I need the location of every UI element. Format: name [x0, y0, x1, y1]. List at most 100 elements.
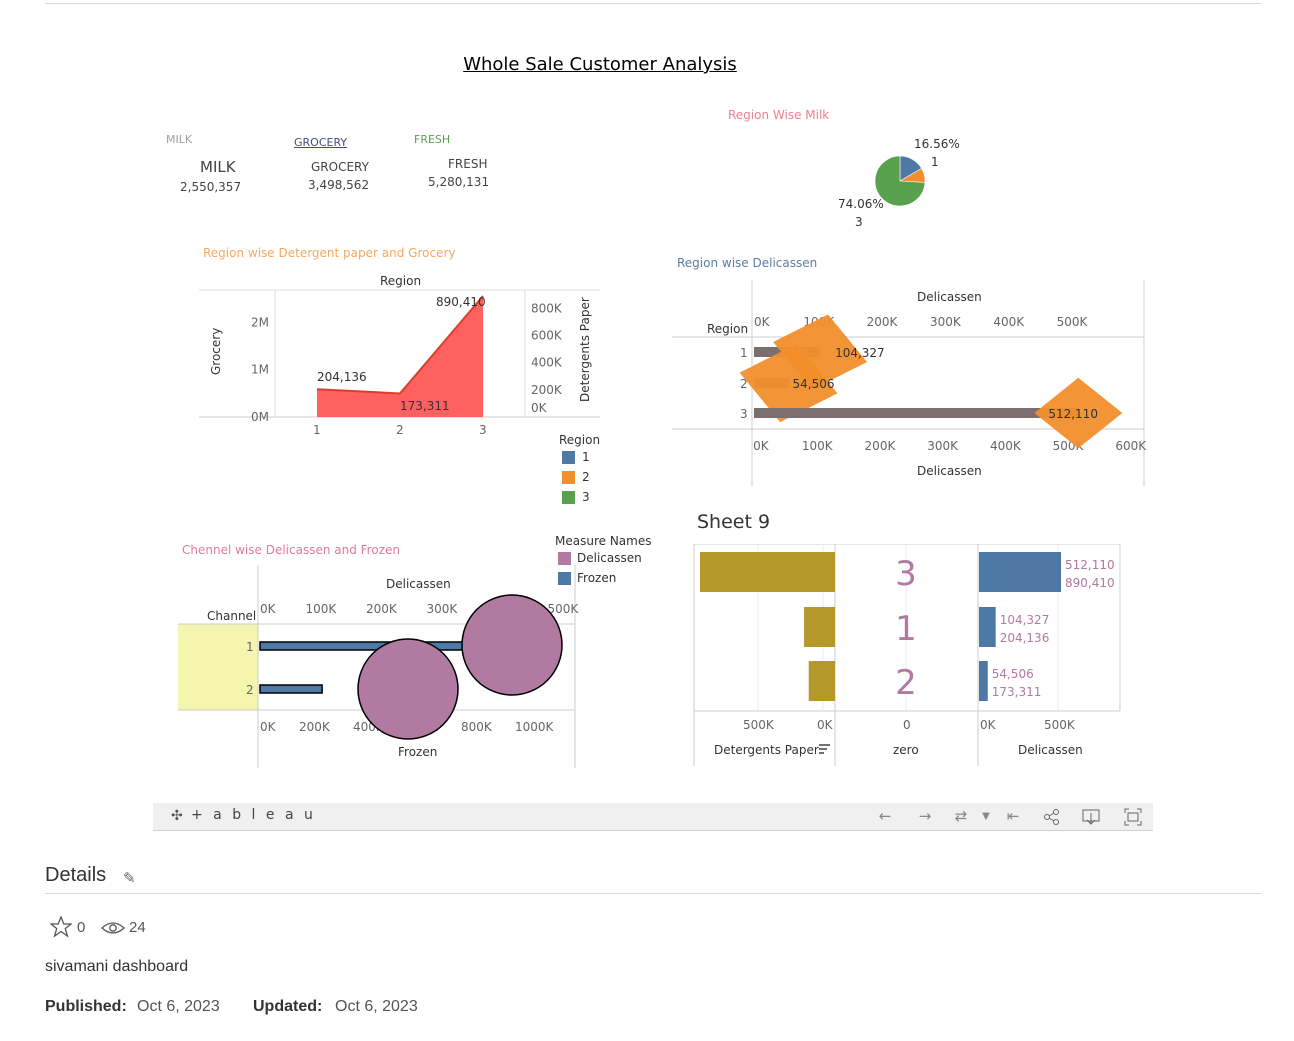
region-legend-item[interactable]: 3 — [559, 487, 639, 507]
region-legend-item[interactable]: 1 — [559, 447, 639, 467]
delicassen-bottom-axis-label: Delicassen — [917, 464, 982, 478]
kpi-name-grocery: GROCERY — [311, 160, 369, 174]
region-legend: Region 1 2 3 — [559, 433, 639, 513]
kpi-tag-milk: MILK — [166, 133, 193, 146]
delicassen-top-axis-label: Delicassen — [917, 290, 982, 304]
reset-icon[interactable]: ⇤ — [1002, 807, 1024, 825]
share-icon[interactable] — [1042, 807, 1062, 831]
legend-label: 3 — [582, 490, 590, 504]
legend-swatch — [562, 470, 575, 484]
area-right-tick: 600K — [531, 328, 563, 342]
sheet9-region-label: 2 — [895, 663, 917, 703]
sheet9-delicassen-bar[interactable] — [979, 607, 996, 647]
channel-bottom-tick: 1000K — [515, 720, 555, 734]
kpi-tag-grocery[interactable]: GROCERY — [294, 136, 347, 149]
redo-icon[interactable]: → — [914, 807, 936, 825]
published-label: Published: — [45, 998, 127, 1015]
pie-label-pct-1: 16.56% — [914, 137, 960, 151]
sheet9-detergents-bar[interactable] — [808, 661, 835, 701]
region-legend-item[interactable]: 2 — [559, 467, 639, 487]
delicassen-bottom-tick: 0K — [753, 439, 770, 453]
sheet9-delicassen-value: 512,110 — [1065, 558, 1115, 572]
channel-bottom-axis-label: Frozen — [398, 745, 437, 759]
sheet9-chart: Detergents Paper zero Delicassen 500K 0K 0… — [693, 544, 1121, 766]
sheet9-detergents-value: 890,410 — [1065, 576, 1115, 590]
area-x-axis-label: Region — [380, 274, 421, 288]
delicassen-bottom-tick: 600K — [1115, 439, 1147, 453]
channel-delicassen-frozen-chart: Delicassen Frozen Channel 0K 100K 200K 300K… — [178, 565, 580, 768]
legend-swatch — [558, 551, 571, 565]
sheet9-delicassen-bar[interactable] — [979, 661, 988, 701]
sheet9-region-label: 1 — [895, 609, 917, 649]
tableau-toolbar: ✣ + a b l e a u ← → ⇄ ▼ ⇤ — [153, 803, 1153, 831]
detergent-grocery-chart: Region Grocery Detergents Paper 2M 1M 0M 8… — [199, 274, 600, 437]
frozen-bar[interactable] — [259, 684, 323, 694]
details-heading: Details — [45, 864, 107, 886]
legend-swatch — [562, 490, 575, 504]
published-date: Oct 6, 2023 — [137, 998, 220, 1015]
download-icon[interactable] — [1081, 807, 1101, 831]
area-left-axis-label: Grocery — [209, 328, 223, 375]
channel-top-tick: 300K — [427, 602, 459, 616]
legend-label: Delicassen — [577, 551, 642, 565]
tableau-logo-icon: ✣ — [171, 808, 183, 824]
delicassen-top-tick: 500K — [1057, 315, 1089, 329]
channel-bottom-tick: 200K — [299, 720, 331, 734]
delicassen-circle-marker[interactable] — [461, 594, 563, 696]
dropdown-icon[interactable]: ▼ — [975, 811, 997, 829]
delicassen-circle-marker[interactable] — [357, 638, 459, 740]
area-left-tick: 1M — [251, 363, 269, 377]
kpi-value-milk: 2,550,357 — [180, 180, 242, 194]
edit-pencil-icon[interactable]: ✎ — [123, 869, 136, 887]
sheet9-delicassen-value: 54,506 — [992, 667, 1034, 681]
favorite-star-icon[interactable] — [49, 915, 73, 942]
channel-top-tick: 0K — [260, 602, 277, 616]
channel-top-axis-label: Delicassen — [386, 577, 451, 591]
pie-chart-title: Region Wise Milk — [728, 108, 830, 122]
sheet9-mid-axis-label: zero — [893, 743, 919, 757]
channel-bottom-tick: 800K — [461, 720, 493, 734]
area-data-label: 173,311 — [400, 399, 450, 413]
channel-top-tick: 100K — [306, 602, 338, 616]
channel-top-tick: 500K — [548, 602, 580, 616]
area-data-label: 890,410 — [436, 295, 486, 309]
views-count: 24 — [129, 919, 146, 936]
delicassen-bottom-tick: 300K — [927, 439, 959, 453]
delicassen-top-tick: 200K — [867, 315, 899, 329]
delicassen-value-label: 104,327 — [835, 346, 885, 360]
area-x-tick: 1 — [313, 423, 321, 437]
area-chart-title: Region wise Detergent paper and Grocery — [203, 246, 456, 260]
sheet9-tick: 0K — [817, 718, 834, 732]
delicassen-top-tick: 300K — [930, 315, 962, 329]
delicassen-bottom-tick: 100K — [802, 439, 834, 453]
sheet9-detergents-bar[interactable] — [804, 607, 835, 647]
pie-label-region-3: 3 — [855, 215, 863, 229]
area-x-tick: 2 — [396, 423, 404, 437]
region-delicassen-chart: Delicassen Delicassen Region 0K 100K 200K 3… — [672, 280, 1147, 486]
workbook-description: sivamani dashboard — [45, 958, 189, 975]
delicassen-bar[interactable] — [754, 408, 1079, 418]
channel-row-header: Channel — [207, 609, 256, 623]
channel-row-label: 1 — [246, 640, 254, 654]
channel-header-highlight — [178, 624, 258, 710]
measure-legend-title: Measure Names — [555, 534, 652, 548]
region-legend-title: Region — [559, 433, 601, 447]
revert-icon[interactable]: ⇄ — [950, 807, 972, 825]
sheet9-delicassen-bar[interactable] — [979, 552, 1061, 592]
views-eye-icon — [100, 919, 126, 941]
sheet9-detergents-bar[interactable] — [700, 552, 835, 592]
area-right-axis-label: Detergents Paper — [578, 297, 592, 402]
fullscreen-icon[interactable] — [1123, 807, 1143, 831]
sort-icon[interactable] — [819, 744, 830, 754]
delicassen-value-label: 512,110 — [1048, 407, 1098, 421]
delicassen-value-label: 54,506 — [793, 377, 835, 391]
tableau-logo-text: + a b l e a u — [191, 807, 316, 823]
delicassen-chart-title: Region wise Delicassen — [677, 256, 818, 270]
channel-top-tick: 200K — [366, 602, 398, 616]
delicassen-bottom-tick: 400K — [990, 439, 1022, 453]
sheet9-left-axis-label: Detergents Paper — [714, 743, 819, 757]
legend-label: 1 — [582, 450, 590, 464]
kpi-value-fresh: 5,280,131 — [428, 175, 490, 189]
delicassen-row-label: 3 — [740, 407, 748, 421]
undo-icon[interactable]: ← — [874, 807, 896, 825]
